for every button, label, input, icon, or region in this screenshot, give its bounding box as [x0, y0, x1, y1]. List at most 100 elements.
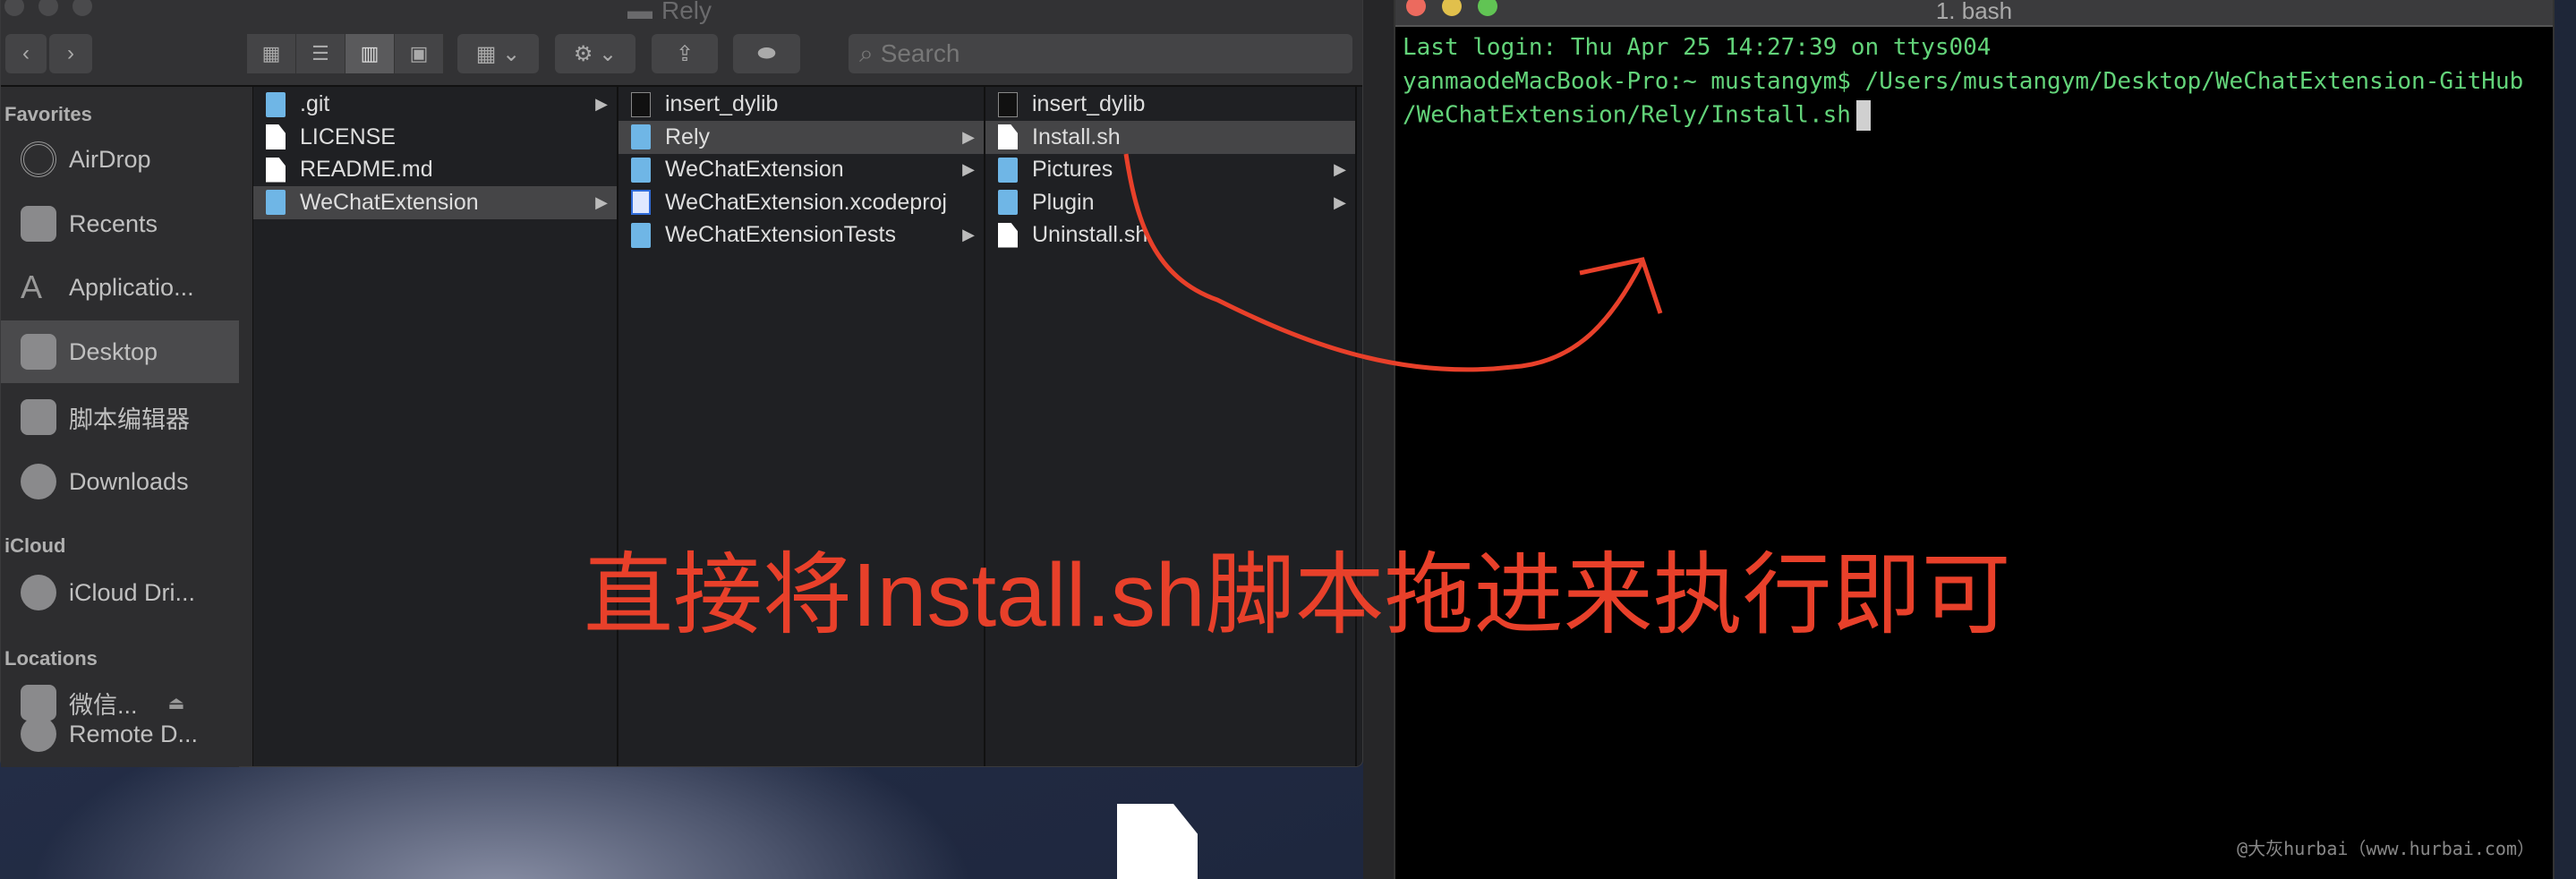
exec-icon — [631, 91, 651, 117]
terminal-title: 1. bash — [1935, 0, 2013, 24]
folder-icon — [266, 91, 286, 117]
finder-toolbar: ▬ Rely ‹ › ▦ ☰ ▥ ▣ ▦ ⌄ ⚙ ⌄ ⇪ ⬬ ⌕ Search — [1, 0, 1362, 87]
folder-icon — [631, 157, 651, 183]
file-name: README.md — [300, 157, 433, 182]
file-row[interactable]: Rely ▶ — [618, 120, 984, 154]
sidebar-item-downloads[interactable]: Downloads — [1, 450, 239, 513]
file-icon — [266, 157, 286, 183]
file-row[interactable]: insert_dylib — [985, 88, 1355, 121]
finder-column-3: insert_dylib Install.sh Pictures ▶ Plugin ▶ Un… — [985, 87, 1357, 766]
zoom-button[interactable] — [73, 0, 92, 16]
window-title: ▬ Rely — [627, 0, 712, 25]
column-resize-strip[interactable] — [239, 87, 253, 766]
minimize-button[interactable] — [38, 0, 58, 16]
folder-icon: ▬ — [627, 0, 653, 24]
file-row[interactable]: insert_dylib — [618, 88, 984, 121]
sidebar-item-label: AirDrop — [69, 145, 151, 173]
file-name: insert_dylib — [1032, 91, 1146, 116]
file-row[interactable]: WeChatExtension ▶ — [253, 185, 617, 219]
tag-button[interactable]: ⬬ — [733, 34, 800, 73]
sidebar-item-label: Downloads — [69, 467, 189, 495]
folder-icon — [998, 157, 1018, 183]
file-row[interactable]: Install.sh — [985, 120, 1355, 154]
terminal-window[interactable]: 1. bash Last login: Thu Apr 25 14:27:39 … — [1394, 0, 2555, 879]
sidebar-item-airdrop[interactable]: AirDrop — [1, 128, 239, 191]
file-row[interactable]: WeChatExtension ▶ — [618, 153, 984, 186]
downloads-icon — [21, 464, 56, 499]
file-row[interactable]: README.md — [253, 153, 617, 186]
file-row[interactable]: Uninstall.sh — [985, 218, 1355, 252]
file-row[interactable]: Plugin ▶ — [985, 186, 1355, 219]
sidebar-item-label: iCloud Dri... — [69, 578, 196, 606]
applications-icon: A — [21, 269, 43, 305]
cloud-icon — [21, 575, 56, 610]
arrange-icon: ▦ ⌄ — [475, 41, 521, 66]
search-input[interactable]: ⌕ Search — [849, 34, 1352, 73]
forward-button[interactable]: › — [49, 34, 92, 73]
chevron-right-icon: ▶ — [962, 226, 975, 243]
list-view-icon[interactable]: ☰ — [296, 34, 345, 73]
sidebar-section-locations: Locations — [4, 647, 98, 670]
file-name: WeChatExtensionTests — [665, 222, 896, 247]
sidebar-item-remote-disc[interactable]: Remote D... — [1, 704, 239, 764]
finder-column-2: insert_dylib Rely ▶ WeChatExtension ▶ WeChatE… — [618, 87, 985, 766]
terminal-line: /WeChatExtension/Rely/Install.sh — [1403, 100, 1871, 131]
gear-icon: ⚙ ⌄ — [573, 41, 618, 66]
view-mode-group: ▦ ☰ ▥ ▣ — [247, 34, 444, 73]
finder-window: ▬ Rely ‹ › ▦ ☰ ▥ ▣ ▦ ⌄ ⚙ ⌄ ⇪ ⬬ ⌕ Search Fa… — [0, 0, 1363, 767]
action-button[interactable]: ⚙ ⌄ — [555, 34, 635, 73]
terminal-line: Last login: Thu Apr 25 14:27:39 on ttys0… — [1403, 34, 1992, 61]
file-name: Uninstall.sh — [1032, 222, 1148, 247]
sidebar-item-label: Desktop — [69, 337, 158, 365]
file-row[interactable]: .git ▶ — [253, 88, 617, 121]
file-row[interactable]: LICENSE — [253, 121, 617, 154]
file-name: Pictures — [1032, 157, 1113, 182]
sidebar: Favorites AirDrop Recents A Applicatio...… — [1, 87, 239, 767]
file-name: insert_dylib — [665, 91, 779, 116]
search-placeholder: Search — [880, 39, 960, 67]
terminal-line-text: /WeChatExtension/Rely/Install.sh — [1403, 101, 1851, 129]
chevron-right-icon: ▶ — [1334, 160, 1346, 178]
close-button[interactable] — [4, 0, 24, 16]
watermark: @大灰hurbai（www.hurbai.com） — [2237, 838, 2535, 859]
column-view-icon[interactable]: ▥ — [345, 34, 395, 73]
file-row[interactable]: WeChatExtension.xcodeproj — [618, 186, 984, 219]
recents-icon — [21, 206, 56, 242]
sidebar-item-label: Recents — [69, 209, 158, 237]
sidebar-section-icloud: iCloud — [4, 534, 66, 557]
sidebar-item-desktop[interactable]: Desktop — [1, 320, 239, 383]
chevron-right-icon: ▶ — [962, 127, 975, 146]
sidebar-item-recents[interactable]: Recents — [1, 192, 239, 255]
tag-icon: ⬬ — [757, 41, 776, 65]
folder-icon — [998, 190, 1018, 215]
folder-icon — [631, 222, 651, 248]
background-window-edge — [1363, 0, 1394, 879]
arrange-button[interactable]: ▦ ⌄ — [457, 34, 539, 73]
file-name: .git — [300, 91, 330, 116]
sidebar-section-favorites: Favorites — [4, 103, 92, 125]
sidebar-item-icloud-drive[interactable]: iCloud Dri... — [1, 561, 239, 624]
desktop-icon — [21, 334, 56, 370]
sidebar-item-script-editor[interactable]: 脚本编辑器 — [1, 386, 239, 448]
desktop-right-edge — [2555, 0, 2576, 879]
file-name: LICENSE — [300, 124, 396, 149]
sidebar-item-label: 脚本编辑器 — [69, 405, 190, 433]
chevron-right-icon: ▶ — [1334, 192, 1346, 211]
sidebar-item-label: Remote D... — [69, 720, 199, 747]
airdrop-icon — [21, 141, 56, 177]
sidebar-item-applications[interactable]: A Applicatio... — [1, 256, 239, 319]
file-name: WeChatExtension — [300, 189, 479, 215]
title-text: Rely — [661, 0, 712, 24]
share-button[interactable]: ⇪ — [652, 34, 718, 73]
folder-icon — [21, 399, 56, 435]
file-row[interactable]: Pictures ▶ — [985, 153, 1355, 186]
chevron-right-icon: ▶ — [962, 160, 975, 178]
folder-icon — [631, 124, 651, 149]
file-icon — [266, 124, 286, 149]
share-icon: ⇪ — [675, 41, 695, 66]
back-button[interactable]: ‹ — [5, 34, 47, 73]
file-icon — [998, 222, 1018, 248]
icon-view-icon[interactable]: ▦ — [247, 34, 296, 73]
gallery-view-icon[interactable]: ▣ — [395, 34, 444, 73]
file-row[interactable]: WeChatExtensionTests ▶ — [618, 218, 984, 252]
